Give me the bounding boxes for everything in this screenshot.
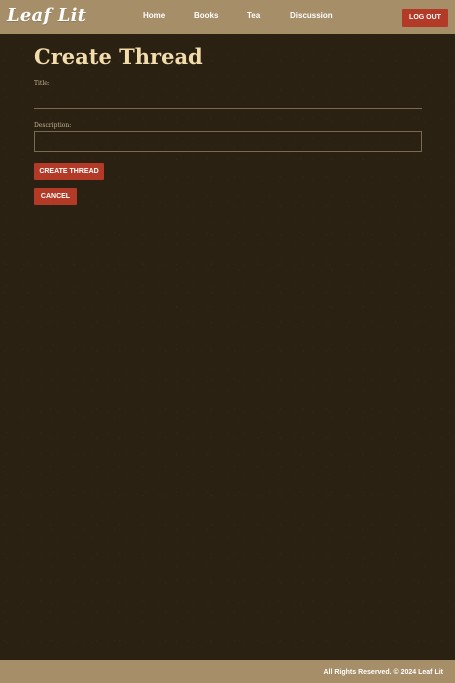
cancel-button[interactable]: CANCEL: [34, 188, 77, 205]
site-logo[interactable]: Leaf Lit: [7, 5, 86, 27]
top-nav-bar: Leaf Lit Home Books Tea Discussion LOG O…: [0, 0, 455, 34]
footer: All Rights Reserved. © 2024 Leaf Lit: [0, 660, 455, 683]
description-label: Description:: [34, 122, 72, 129]
nav-link-home[interactable]: Home: [143, 11, 165, 21]
nav-link-books[interactable]: Books: [194, 11, 218, 21]
description-input[interactable]: [34, 131, 422, 152]
title-input[interactable]: [34, 90, 422, 109]
page-title: Create Thread: [34, 44, 203, 69]
logout-button[interactable]: LOG OUT: [402, 9, 448, 27]
nav-link-discussion[interactable]: Discussion: [290, 11, 333, 21]
create-thread-button[interactable]: CREATE THREAD: [34, 163, 104, 180]
footer-copyright: All Rights Reserved. © 2024 Leaf Lit: [323, 669, 443, 676]
title-label: Title:: [34, 80, 50, 87]
nav-link-tea[interactable]: Tea: [247, 11, 260, 21]
